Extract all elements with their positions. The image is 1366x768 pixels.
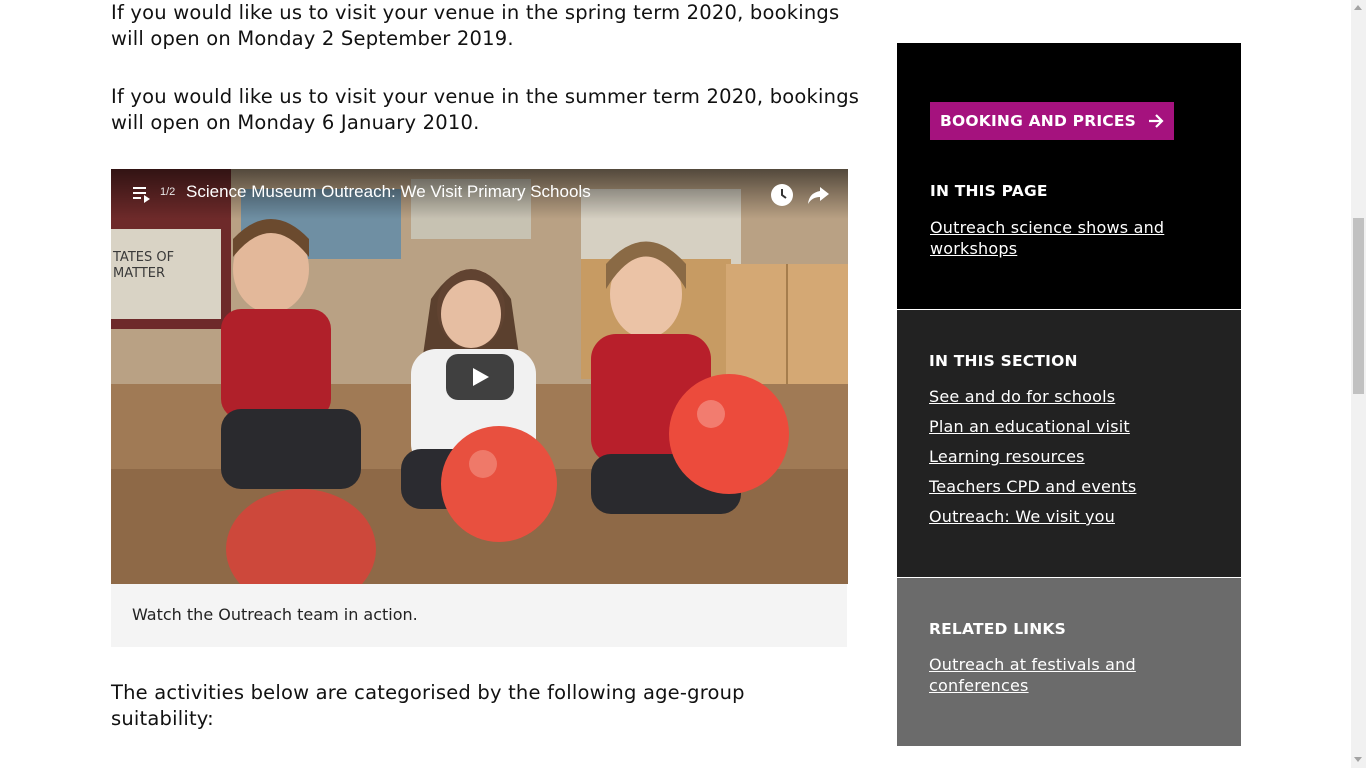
playlist-count: 1/2 (160, 186, 176, 198)
svg-text:TATES OF: TATES OF (112, 250, 174, 265)
play-icon[interactable] (446, 354, 514, 400)
spring-booking-paragraph: If you would like us to visit your venue… (111, 1, 840, 50)
related-links-heading: RELATED LINKS (929, 620, 1067, 638)
booking-and-prices-button[interactable]: BOOKING AND PRICES (930, 102, 1174, 140)
scroll-up-arrow-icon[interactable] (1354, 5, 1362, 10)
link-outreach-we-visit-you[interactable]: Outreach: We visit you (929, 506, 1115, 527)
summer-booking-paragraph: If you would like us to visit your venue… (111, 85, 860, 134)
in-this-page-heading: IN THIS PAGE (930, 182, 1048, 200)
scroll-down-arrow-icon[interactable] (1354, 757, 1362, 762)
video-caption-text: Watch the Outreach team in action. (132, 605, 418, 624)
in-this-page-panel: BOOKING AND PRICES IN THIS PAGE Outreach… (897, 43, 1241, 309)
in-this-section-panel: IN THIS SECTION See and do for schools P… (897, 310, 1241, 577)
video-player[interactable]: TATES OF MATTER 1/2 Science Museum Outre… (111, 169, 848, 584)
link-outreach-festivals-conferences[interactable]: Outreach at festivals and conferences (929, 654, 1159, 696)
in-this-section-heading: IN THIS SECTION (929, 352, 1078, 370)
page-scrollbar[interactable] (1351, 0, 1366, 768)
video-title[interactable]: Science Museum Outreach: We Visit Primar… (186, 182, 591, 202)
link-teachers-cpd-events[interactable]: Teachers CPD and events (929, 476, 1136, 497)
svg-text:MATTER: MATTER (113, 266, 165, 281)
share-icon[interactable] (805, 182, 831, 208)
scrollbar-thumb[interactable] (1353, 218, 1364, 394)
link-see-and-do-for-schools[interactable]: See and do for schools (929, 386, 1115, 407)
age-group-paragraph: The activities below are categorised by … (111, 681, 745, 730)
arrow-right-icon (1149, 114, 1164, 128)
watch-later-icon[interactable] (769, 182, 795, 208)
playlist-icon[interactable] (133, 185, 153, 203)
booking-button-label: BOOKING AND PRICES (939, 112, 1137, 130)
link-plan-educational-visit[interactable]: Plan an educational visit (929, 416, 1130, 437)
link-learning-resources[interactable]: Learning resources (929, 446, 1085, 467)
link-outreach-shows-workshops[interactable]: Outreach science shows and workshops (930, 217, 1180, 259)
related-links-panel: RELATED LINKS Outreach at festivals and … (897, 578, 1241, 746)
video-caption: Watch the Outreach team in action. (111, 584, 847, 647)
